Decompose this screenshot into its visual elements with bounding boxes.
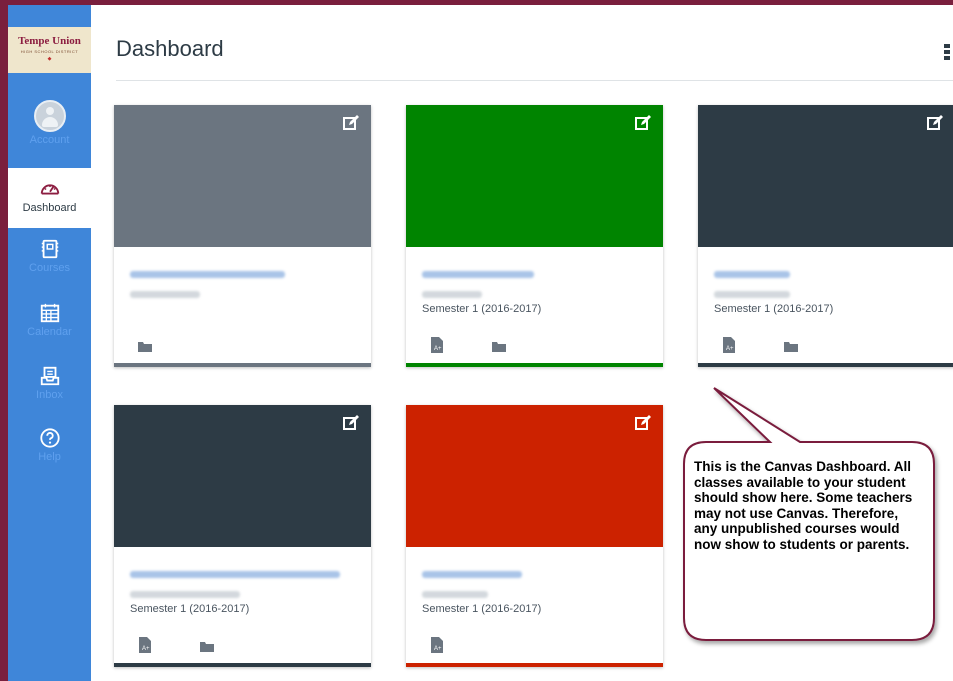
nav-item-inbox[interactable]: Inbox — [8, 365, 91, 401]
course-card[interactable]: Semester 1 (2016-2017) A+ — [406, 105, 663, 367]
edit-pencil-icon[interactable] — [927, 115, 943, 131]
svg-text:A+: A+ — [434, 346, 442, 352]
course-card-hero[interactable] — [406, 105, 663, 247]
course-card-color-bar — [114, 663, 371, 667]
logo-subtext: HIGH SCHOOL DISTRICT — [20, 49, 79, 54]
nav-item-dashboard[interactable]: Dashboard — [8, 168, 91, 228]
folder-icon[interactable] — [784, 337, 798, 353]
nav-item-label: Courses — [29, 262, 70, 274]
nav-item-help[interactable]: Help — [8, 427, 91, 463]
course-term: Semester 1 (2016-2017) — [714, 303, 834, 315]
edit-pencil-icon[interactable] — [635, 415, 651, 431]
callout-text: This is the Canvas Dashboard. All classe… — [694, 459, 913, 552]
folder-icon[interactable] — [138, 337, 152, 353]
course-card-color-bar — [698, 363, 953, 367]
course-code-redacted — [130, 591, 240, 598]
folder-icon[interactable] — [492, 337, 506, 353]
course-code-redacted — [422, 291, 482, 298]
svg-text:A+: A+ — [142, 646, 150, 652]
folder-icon[interactable] — [200, 637, 214, 653]
course-name-redacted[interactable] — [422, 271, 534, 278]
course-name-redacted[interactable] — [422, 571, 522, 578]
courses-book-icon — [41, 239, 58, 259]
header-divider — [116, 80, 953, 81]
window-frame-top — [0, 0, 953, 5]
svg-text:A+: A+ — [726, 346, 734, 352]
edit-pencil-icon[interactable] — [343, 115, 359, 131]
global-navigation: Tempe Union HIGH SCHOOL DISTRICT ◆ Accou… — [8, 5, 91, 681]
course-code-redacted — [130, 291, 200, 298]
course-card-hero[interactable] — [114, 105, 371, 247]
course-card-color-bar — [406, 363, 663, 367]
speedometer-icon — [40, 184, 59, 195]
assignments-grade-icon[interactable]: A+ — [722, 337, 736, 353]
nav-item-label: Inbox — [36, 389, 63, 401]
course-card[interactable]: Semester 1 (2016-2017) A+ — [114, 405, 371, 667]
edit-pencil-icon[interactable] — [343, 415, 359, 431]
nav-item-calendar[interactable]: Calendar — [8, 302, 91, 338]
vertical-dots-icon[interactable] — [944, 44, 950, 60]
course-name-redacted[interactable] — [130, 271, 285, 278]
logo-mark: ◆ — [47, 56, 52, 62]
course-card-hero[interactable] — [114, 405, 371, 547]
nav-item-label: Calendar — [27, 326, 72, 338]
district-logo[interactable]: Tempe Union HIGH SCHOOL DISTRICT ◆ — [8, 27, 91, 73]
course-code-redacted — [714, 291, 790, 298]
course-name-redacted[interactable] — [714, 271, 790, 278]
account-avatar-icon — [33, 100, 66, 132]
course-card-hero[interactable] — [406, 405, 663, 547]
logo-text: Tempe Union — [18, 35, 81, 47]
nav-item-label: Account — [29, 134, 70, 146]
assignments-grade-icon[interactable]: A+ — [138, 637, 152, 653]
nav-item-courses[interactable]: Courses — [8, 238, 91, 274]
inbox-icon — [40, 366, 59, 386]
course-term: Semester 1 (2016-2017) — [130, 603, 250, 615]
svg-text:A+: A+ — [434, 646, 442, 652]
nav-item-label: Dashboard — [22, 202, 77, 214]
assignments-grade-icon[interactable]: A+ — [430, 337, 444, 353]
page-title: Dashboard — [116, 36, 224, 61]
assignments-grade-icon[interactable]: A+ — [430, 637, 444, 653]
course-term: Semester 1 (2016-2017) — [422, 603, 542, 615]
course-card[interactable]: Semester 1 (2016-2017) A+ — [698, 105, 953, 367]
course-code-redacted — [422, 591, 488, 598]
calendar-icon — [40, 303, 59, 323]
course-card-hero[interactable] — [698, 105, 953, 247]
nav-item-label: Help — [38, 451, 61, 463]
window-frame-left — [0, 0, 8, 681]
help-question-icon — [39, 428, 60, 448]
course-card-color-bar — [114, 363, 371, 367]
edit-pencil-icon[interactable] — [635, 115, 651, 131]
course-card[interactable] — [114, 105, 371, 367]
course-card-color-bar — [406, 663, 663, 667]
course-name-redacted[interactable] — [130, 571, 340, 578]
nav-item-account[interactable]: Account — [8, 100, 91, 146]
course-card[interactable]: Semester 1 (2016-2017) A+ — [406, 405, 663, 667]
course-term: Semester 1 (2016-2017) — [422, 303, 542, 315]
